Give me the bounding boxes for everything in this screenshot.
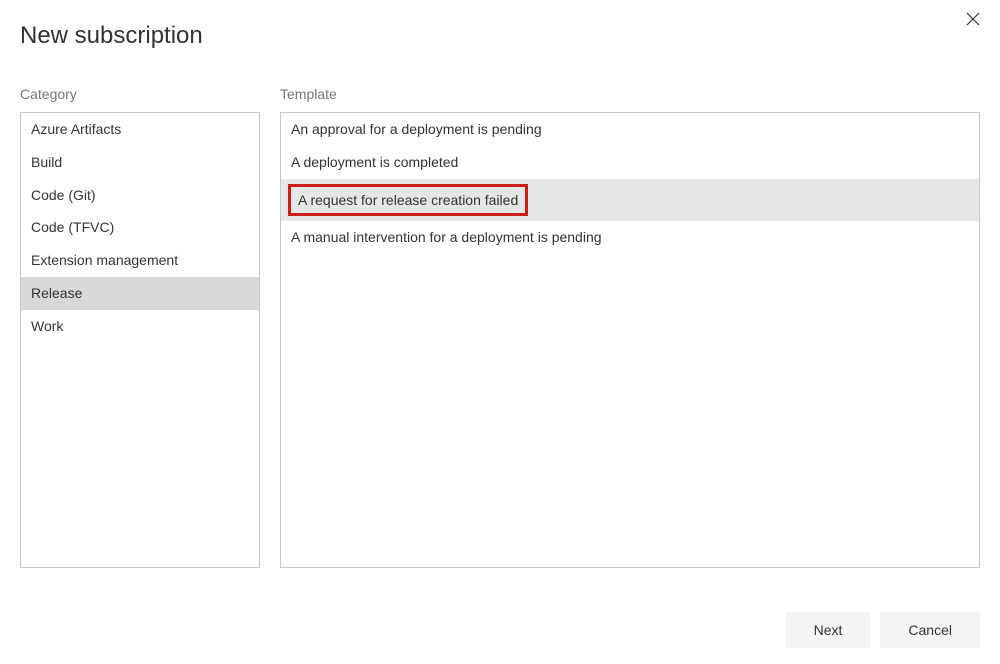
close-icon [966,12,980,29]
category-item[interactable]: Extension management [21,244,259,277]
category-item[interactable]: Code (TFVC) [21,211,259,244]
category-item[interactable]: Release [21,277,259,310]
category-item[interactable]: Work [21,310,259,343]
category-listbox: Azure ArtifactsBuildCode (Git)Code (TFVC… [20,112,260,568]
category-item[interactable]: Build [21,146,259,179]
category-item[interactable]: Code (Git) [21,179,259,212]
template-item[interactable]: A request for release creation failed [281,179,979,222]
footer: Next Cancel [786,612,980,648]
template-item[interactable]: An approval for a deployment is pending [281,113,979,146]
template-item-label: An approval for a deployment is pending [291,121,542,137]
category-item[interactable]: Azure Artifacts [21,113,259,146]
cancel-button[interactable]: Cancel [880,612,980,648]
close-button[interactable] [961,8,985,32]
template-item[interactable]: A manual intervention for a deployment i… [281,221,979,254]
template-item-label: A deployment is completed [291,154,458,170]
template-listbox: An approval for a deployment is pending A… [280,112,980,568]
template-item-label: A request for release creation failed [288,184,528,217]
next-button[interactable]: Next [786,612,871,648]
template-item[interactable]: A deployment is completed [281,146,979,179]
template-item-label: A manual intervention for a deployment i… [291,229,602,245]
template-label: Template [280,86,980,102]
category-label: Category [20,86,260,102]
page-title: New subscription [0,0,1000,50]
